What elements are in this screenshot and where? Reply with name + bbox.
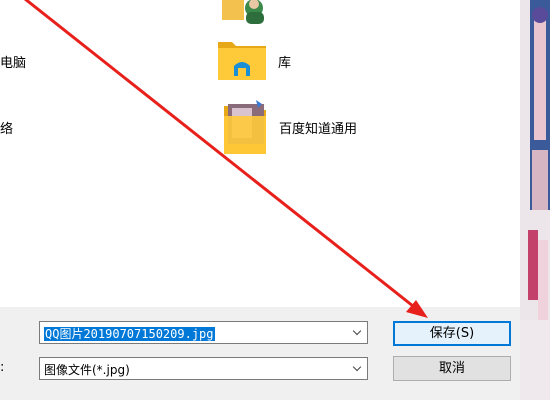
red-arrow-annotation (23, 0, 428, 318)
